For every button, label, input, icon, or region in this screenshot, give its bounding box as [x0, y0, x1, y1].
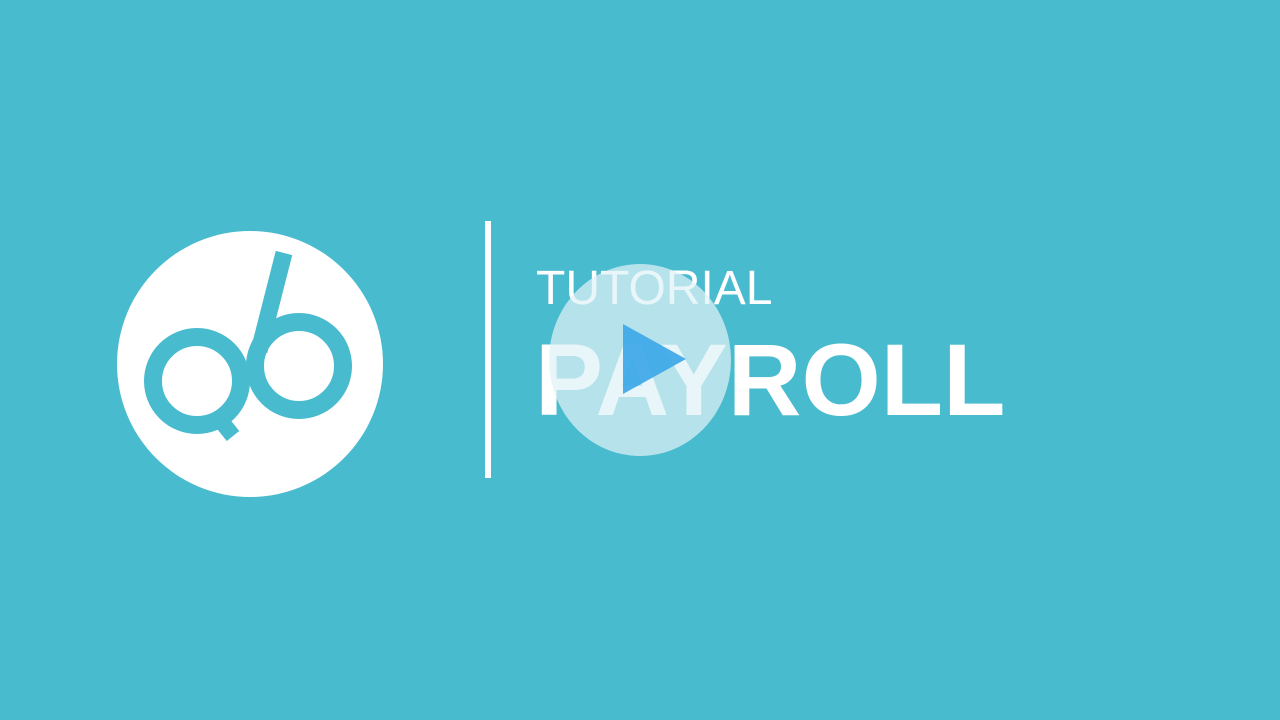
video-poster: { "poster": { "subtitle": "TUTORIAL", "t…: [0, 0, 1280, 720]
vertical-divider: [485, 221, 491, 478]
play-icon: [623, 324, 686, 394]
play-button[interactable]: [549, 264, 731, 456]
q6-logo-icon: [117, 231, 383, 497]
